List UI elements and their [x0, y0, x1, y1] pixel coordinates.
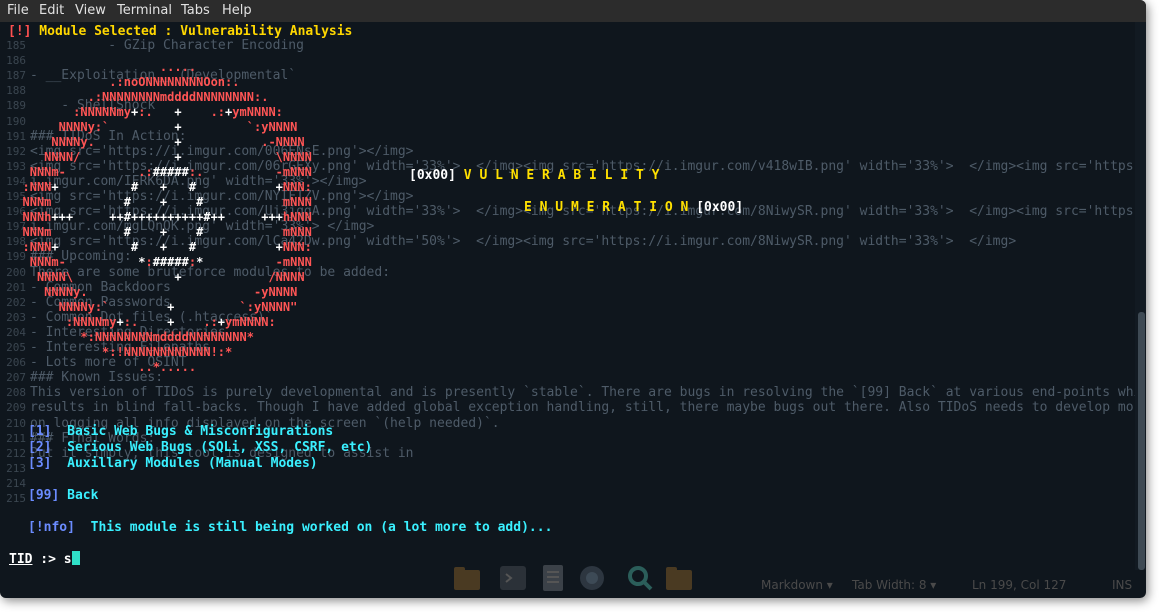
menu-view[interactable]: View: [75, 3, 106, 18]
menu-option-3: [3] Auxillary Modules (Manual Modes): [28, 456, 318, 471]
menu-option-1: [1] Basic Web Bugs & Misconfigurations: [28, 424, 333, 439]
status-position: Ln 199, Col 127: [972, 578, 1067, 592]
folder-icon: [666, 567, 692, 590]
ascii-art-line: ..*.....: [138, 360, 197, 374]
line-number: 208: [6, 386, 26, 400]
info-line: [!nfo] This module is still being worked…: [28, 520, 552, 535]
header-text: Module Selected : Vulnerability Analysis: [31, 24, 353, 39]
option-label: Back: [59, 488, 99, 503]
enumeration-banner: E N U M E R A T I O N [0x00]: [524, 200, 743, 215]
ascii-art-line: NNNm- .:#####:. -mNNN: [29, 165, 312, 179]
option-key: [3]: [28, 456, 52, 471]
ascii-art-line: NNNN\ + /NNNN: [36, 270, 305, 284]
menu-option-2: [2] Serious Web Bugs (SQLi, XSS, CSRF, e…: [28, 440, 372, 455]
prompt-tid: TID: [9, 552, 33, 567]
network-icon: [580, 566, 604, 590]
ascii-art-line: .:noONNNNNNNNOon:.: [109, 75, 240, 89]
prompt-input[interactable]: s: [64, 552, 72, 567]
line-number: 211: [6, 431, 26, 445]
ascii-art-line: .:NNNNNNNNmddddNNNNNNNN:.: [87, 90, 269, 104]
status-tab-width: Tab Width: 8 ▾: [852, 578, 937, 592]
ascii-art-logo: ..... .:noONNNNNNNNOon:. .:NNNNNNNNmdddd…: [8, 60, 312, 375]
menu-help[interactable]: Help: [222, 3, 252, 18]
vuln-word: V U L N E R A B I L I T Y: [455, 168, 660, 183]
menu-bar: File Edit View Terminal Tabs Help: [0, 0, 1146, 22]
scrollbar-thumb[interactable]: [1138, 312, 1145, 570]
document-icon: [543, 565, 563, 591]
background-code-line: This version of TIDoS is purely developm…: [30, 385, 1146, 401]
folder-icon: [454, 567, 480, 590]
ascii-art-line: NNNm- *:#####:* -mNNN: [29, 255, 312, 269]
ascii-art-line: :NNN+ # + # +NNN:: [22, 240, 312, 254]
info-label: This module is still being worked on (a …: [74, 520, 553, 535]
menu-tabs[interactable]: Tabs: [181, 3, 210, 18]
background-status-bar: Markdown ▾ Tab Width: 8 ▾ Ln 199, Col 12…: [700, 576, 1146, 596]
option-label: Basic Web Bugs & Misconfigurations: [51, 424, 334, 439]
prompt-arrow: :>: [32, 552, 64, 567]
ascii-art-line: .....: [159, 60, 197, 74]
command-prompt[interactable]: TID :> s: [9, 551, 80, 567]
ascii-art-line: :NNNNNmy+:. + .:+ymNNNN:: [73, 105, 283, 119]
ascii-art-line: NNNm # + # mNNN: [22, 225, 312, 239]
status-language: Markdown ▾: [761, 578, 833, 592]
option-key: [2]: [28, 440, 52, 455]
menu-terminal[interactable]: Terminal: [117, 3, 172, 18]
terminal-icon: [500, 566, 526, 590]
option-label: Serious Web Bugs (SQLi, XSS, CSRF, etc): [51, 440, 373, 455]
enum-bracket: [0x00]: [696, 200, 744, 215]
menu-option-back: [99] Back: [28, 488, 98, 503]
text-cursor: [71, 551, 80, 565]
status-mode: INS: [1112, 578, 1133, 592]
ascii-art-line: NNNNy:` + `:yNNNN": [58, 300, 298, 314]
vuln-bracket: [0x00]: [409, 168, 456, 183]
ascii-art-line: NNNh+++ ++#++++++++++#++ +++hNNN: [22, 210, 312, 224]
vulnerability-banner: [0x00] V U L N E R A B I L I T Y: [409, 168, 659, 183]
background-code-line: results in blind fall-backs. Though I ha…: [30, 400, 1146, 416]
ascii-art-line: NNNNy:` + `:yNNNN: [58, 120, 298, 134]
ascii-art-line: NNNN/ + \NNNN: [44, 150, 312, 164]
header-prefix: [!]: [8, 24, 32, 39]
menu-file[interactable]: File: [7, 3, 29, 18]
search-icon: [628, 566, 653, 591]
ascii-art-line: NNNNy. -yNNNN: [44, 285, 298, 299]
line-number: 214: [6, 476, 26, 490]
line-number: 213: [6, 461, 26, 475]
ascii-art-line: *:!NNNNNNNNNNNN!:*: [102, 345, 233, 359]
ascii-art-line: NNNNy. + .-NNNN: [51, 135, 305, 149]
line-number: 210: [6, 416, 26, 430]
line-number: 215: [6, 492, 26, 505]
terminal-window[interactable]: revdns.py ✕ pastebin.py ✕ traceroute.py …: [0, 0, 1146, 598]
ascii-art-line: :NNNNmy+:. + .:+ymNNNN:: [65, 315, 276, 329]
option-key: [1]: [28, 424, 52, 439]
line-number: 212: [6, 446, 26, 460]
info-key: [!nfo]: [28, 520, 75, 535]
menu-edit[interactable]: Edit: [39, 3, 64, 18]
option-label: Auxillary Modules (Manual Modes): [51, 456, 318, 471]
enum-word: E N U M E R A T I O N: [524, 200, 697, 215]
option-key: [99]: [28, 488, 60, 503]
line-number: 185: [6, 39, 26, 52]
ascii-art-line: NNNm # + # mNNN: [22, 195, 312, 209]
ascii-art-line: :NNN+ # + # +NNN:: [22, 180, 312, 194]
background-code-line: - GZip Character Encoding: [30, 38, 304, 53]
ascii-art-line: *:NNNNNNNNmddddNNNNNNNN*: [80, 330, 254, 344]
module-header: [!] Module Selected : Vulnerability Anal…: [8, 24, 352, 39]
line-number: 209: [6, 401, 26, 415]
